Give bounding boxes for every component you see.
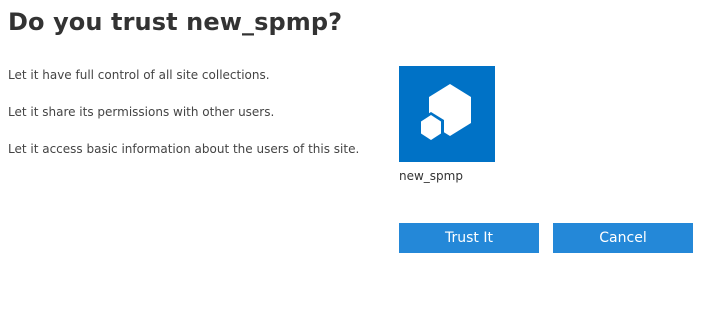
- cancel-button[interactable]: Cancel: [553, 223, 693, 253]
- permission-item: Let it share its permissions with other …: [8, 105, 275, 119]
- trust-dialog: Do you trust new_spmp? Let it have full …: [0, 0, 703, 309]
- app-cubes-icon: [418, 84, 471, 143]
- app-name: new_spmp: [399, 169, 463, 183]
- permission-item: Let it access basic information about th…: [8, 142, 360, 156]
- page-title: Do you trust new_spmp?: [8, 8, 343, 36]
- trust-it-button[interactable]: Trust It: [399, 223, 539, 253]
- app-tile: [399, 66, 495, 162]
- permissions-list: Let it have full control of all site col…: [8, 68, 359, 179]
- permission-item: Let it have full control of all site col…: [8, 68, 270, 82]
